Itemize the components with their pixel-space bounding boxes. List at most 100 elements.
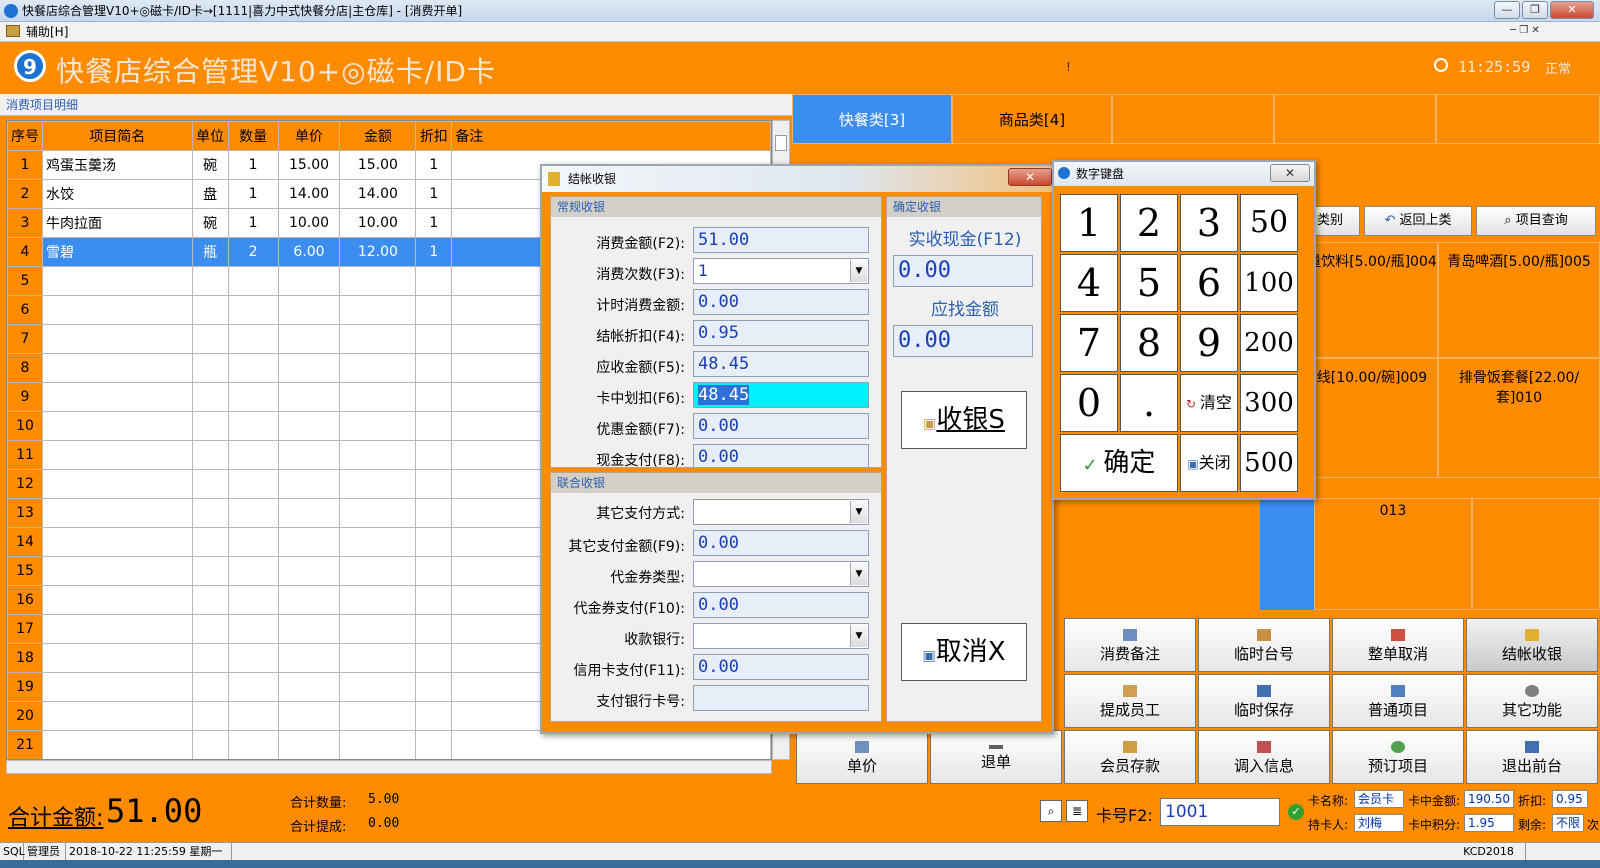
product-selected-tile[interactable]	[1260, 498, 1314, 610]
item-discount: 1	[415, 208, 453, 238]
minimize-button[interactable]: —	[1494, 1, 1520, 19]
numpad-close-icon[interactable]: ✕	[1270, 164, 1310, 182]
col-remark[interactable]: 备注	[451, 121, 771, 151]
temp-table-button-label: 临时台号	[1233, 645, 1294, 663]
key-300[interactable]: 300	[1240, 374, 1298, 432]
item-price: 10.00	[277, 208, 341, 238]
product-beer[interactable]: 青岛啤酒[5.00/瓶]005	[1438, 242, 1600, 358]
chevron-down-icon[interactable]: ▼	[850, 260, 867, 282]
key-1[interactable]: 1	[1060, 194, 1118, 252]
key-2[interactable]: 2	[1120, 194, 1178, 252]
chevron-down-icon[interactable]: ▼	[850, 625, 867, 647]
col-price[interactable]: 单价	[277, 121, 341, 151]
bank-select[interactable]: ▼	[693, 623, 869, 649]
key-3[interactable]: 3	[1180, 194, 1238, 252]
query-button[interactable]: ⌕ 项目查询	[1476, 206, 1596, 236]
row-number: 4	[7, 237, 43, 267]
key-4[interactable]: 4	[1060, 254, 1118, 312]
card-list-icon[interactable]: ≣	[1066, 800, 1088, 822]
status-datetime: 2018-10-22 11:25:59 星期一	[66, 843, 232, 861]
category-tab-goods[interactable]: 商品类[4]	[952, 94, 1112, 144]
exit-button[interactable]: 退出前台	[1466, 730, 1598, 784]
maximize-button[interactable]: ❐	[1522, 1, 1548, 19]
key-9[interactable]: 9	[1180, 314, 1238, 372]
scroll-thumb[interactable]	[775, 135, 787, 151]
product-empty[interactable]	[1472, 498, 1600, 610]
col-name[interactable]: 项目简名	[42, 121, 193, 151]
commission-label: 合计提成:	[290, 820, 347, 835]
category-tab-empty[interactable]	[1112, 94, 1274, 144]
product-rib-set[interactable]: 排骨饭套餐[22.00/套]010	[1438, 358, 1600, 478]
import-button[interactable]: 调入信息	[1198, 730, 1330, 784]
menu-help[interactable]: 辅助[H]	[26, 25, 68, 39]
unit-price-button[interactable]: 单价	[796, 730, 928, 784]
key-7[interactable]: 7	[1060, 314, 1118, 372]
table-row[interactable]: 21	[7, 730, 771, 759]
dialog-close-button[interactable]: ✕	[1008, 168, 1052, 186]
table-header: 序号 项目简名 单位 数量 单价 金额 折扣 备注	[7, 121, 771, 151]
refresh-icon: ↻	[1186, 397, 1200, 411]
refund-button[interactable]: 退单	[930, 730, 1062, 784]
key-50[interactable]: 50	[1240, 194, 1298, 252]
key-5[interactable]: 5	[1120, 254, 1178, 312]
checkout-button[interactable]: 结帐收银	[1466, 618, 1598, 672]
col-discount[interactable]: 折扣	[415, 121, 453, 151]
reserve-button[interactable]: 预订项目	[1332, 730, 1464, 784]
temp-save-button[interactable]: 临时保存	[1198, 674, 1330, 728]
staff-button[interactable]: 提成员工	[1064, 674, 1196, 728]
col-unit[interactable]: 单位	[191, 121, 229, 151]
category-tab-empty[interactable]	[1274, 94, 1436, 144]
category-tab-empty[interactable]	[1436, 94, 1600, 144]
chevron-down-icon[interactable]: ▼	[850, 501, 867, 523]
temp-table-button[interactable]: 临时台号	[1198, 618, 1330, 672]
pay-button[interactable]: ▣收银S	[901, 391, 1027, 449]
receivable-input[interactable]: 48.45	[693, 351, 869, 377]
close-window-button[interactable]: ✕	[1550, 1, 1594, 19]
voucher-type-select[interactable]: ▼	[693, 561, 869, 587]
cancel-order-button[interactable]: 整单取消	[1332, 618, 1464, 672]
card-deduct-input[interactable]: 48.45	[693, 382, 869, 408]
clear-button[interactable]: ↻ 清空	[1180, 374, 1238, 432]
timed-amount-input[interactable]: 0.00	[693, 289, 869, 315]
empty-cell	[339, 498, 417, 528]
count-select[interactable]: 1 ▼	[693, 258, 869, 284]
discount-amount-input[interactable]: 0.00	[693, 413, 869, 439]
key-dot[interactable]: .	[1120, 374, 1178, 432]
key-6[interactable]: 6	[1180, 254, 1238, 312]
key-500[interactable]: 500	[1240, 434, 1298, 492]
back-button[interactable]: ↶ 返回上类	[1364, 206, 1472, 236]
deposit-button[interactable]: 会员存款	[1064, 730, 1196, 784]
voucher-pay-input[interactable]: 0.00	[693, 592, 869, 618]
confirm-button[interactable]: ✓ 确定	[1060, 434, 1178, 492]
normal-item-button[interactable]: 普通项目	[1332, 674, 1464, 728]
regular-panel-title: 常规收银	[551, 197, 881, 217]
grid-horizontal-scrollbar[interactable]	[6, 760, 772, 774]
mdi-controls[interactable]: ─ ❐ ✕	[1510, 25, 1594, 40]
bank-card-no-input[interactable]	[693, 685, 869, 711]
numpad-close-button[interactable]: ▣关闭	[1180, 434, 1238, 492]
other-pay-amount-input[interactable]: 0.00	[693, 530, 869, 556]
cash-pay-input[interactable]: 0.00	[693, 444, 869, 468]
cancel-button[interactable]: ▣取消X	[901, 623, 1027, 681]
key-200[interactable]: 200	[1240, 314, 1298, 372]
col-amount[interactable]: 金额	[339, 121, 417, 151]
product-013[interactable]: 013	[1314, 498, 1472, 610]
card-number-input[interactable]: 1001	[1160, 798, 1280, 826]
remark-button[interactable]: 消费备注	[1064, 618, 1196, 672]
key-0[interactable]: 0	[1060, 374, 1118, 432]
key-8[interactable]: 8	[1120, 314, 1178, 372]
gear-icon	[1525, 685, 1539, 697]
import-icon	[1257, 741, 1271, 753]
key-100[interactable]: 100	[1240, 254, 1298, 312]
other-button[interactable]: 其它功能	[1466, 674, 1598, 728]
cash-received-input[interactable]: 0.00	[893, 255, 1033, 287]
col-qty[interactable]: 数量	[227, 121, 279, 151]
chevron-down-icon[interactable]: ▼	[850, 563, 867, 585]
card-search-icon[interactable]: ⌕	[1040, 800, 1062, 822]
category-tab-fastfood[interactable]: 快餐类[3]	[792, 94, 952, 144]
discount-input[interactable]: 0.95	[693, 320, 869, 346]
amount-input[interactable]: 51.00	[693, 227, 869, 253]
other-pay-method-select[interactable]: ▼	[693, 499, 869, 525]
credit-card-pay-input[interactable]: 0.00	[693, 654, 869, 680]
col-no[interactable]: 序号	[7, 121, 43, 151]
